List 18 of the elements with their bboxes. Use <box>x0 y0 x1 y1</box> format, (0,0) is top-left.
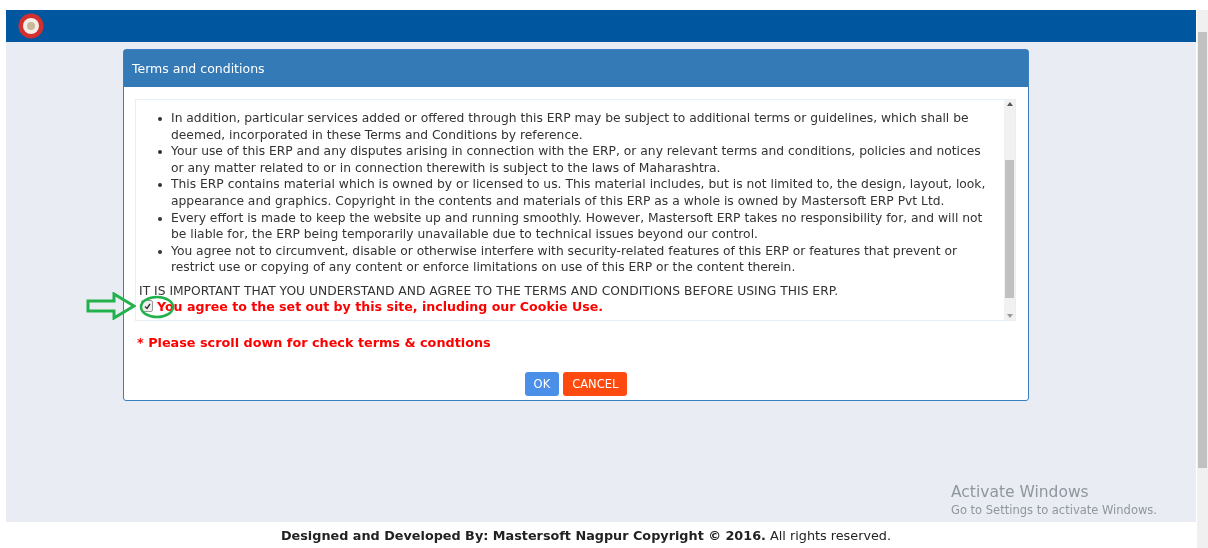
terms-item: This ERP contains material which is owned by or licensed to us. This material includes, but is not limited to, the design, layout, look, appearance and graphics. Copyright in the contents and materials of this ERP as a whole is owned by Mastersoft ERP Pvt Ltd. <box>158 176 996 210</box>
terms-item: Every effort is made to keep the website up and running smoothly. However, Mastersoft ERP takes no responsibility for, and will not be liable for, the ERP being temporarily unavailable due to technical issues beyond our control. <box>158 209 996 243</box>
scroll-down-icon[interactable] <box>1005 312 1014 320</box>
dialog-title: Terms and conditions <box>132 61 265 76</box>
warning-text: * Please scroll down for check terms & condtions <box>137 335 492 350</box>
notice-text: IT IS IMPORTANT THAT YOU UNDERSTAND AND AGREE TO THE TERMS AND CONDITIONS BEFORE USING THIS ERP. <box>139 282 840 299</box>
terms-item: In addition, particular services added or offered through this ERP may be subject to additional terms or guidelines, which shall be deemed, incorporated in these Terms and Conditions by reference. <box>158 110 996 144</box>
terms-item: You agree not to circumvent, disable or otherwise interfere with security-related features of this ERP or features that prevent or restrict use or copying of any content or enforce limitations on use of this ERP or the content therein. <box>158 242 996 276</box>
cancel-button[interactable]: CANCEL <box>563 372 628 396</box>
ok-button[interactable]: OK <box>524 372 560 396</box>
page-scrollbar[interactable] <box>1197 10 1208 548</box>
terms-item: Your use of this ERP and any disputes arising in connection with the ERP, or any relevant terms and conditions, policies and notices or any matter related to or in connection therewith is subject to the laws of Maharashtra. <box>158 143 996 177</box>
activation-hint: Go to Settings to activate Windows. <box>951 503 1157 517</box>
arrow-icon <box>86 292 136 320</box>
activation-title: Activate Windows <box>951 483 1090 501</box>
footer-text: Designed and Developed By: Mastersoft Nagpur Copyright © 2016. All rights reserved. <box>280 527 892 543</box>
scroll-up-icon[interactable] <box>1005 100 1014 108</box>
scrollbar[interactable] <box>1004 100 1015 320</box>
